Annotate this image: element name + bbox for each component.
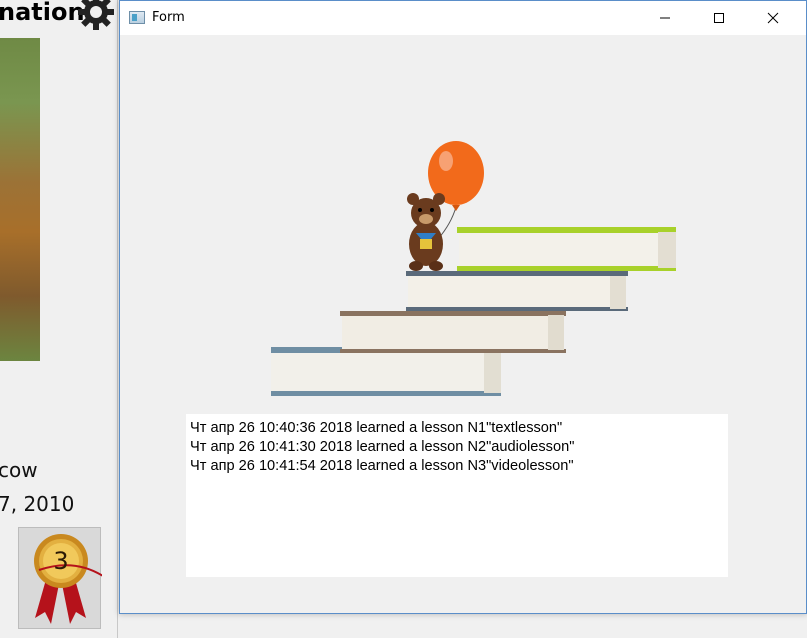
maximize-button[interactable] (696, 1, 742, 35)
minimize-icon (660, 17, 670, 19)
log-line: Чт апр 26 10:41:30 2018 learned a lesson… (190, 439, 575, 455)
medal-number: 3 (53, 547, 68, 575)
background-title-partial: nation (0, 0, 85, 26)
minimize-button[interactable] (642, 1, 688, 35)
background-city-partial: cow (0, 458, 38, 482)
log-line: Чт апр 26 10:41:54 2018 learned a lesson… (190, 458, 574, 474)
gear-icon[interactable] (74, 0, 118, 30)
books-bear-balloon-illustration (271, 141, 676, 396)
close-icon (767, 12, 779, 24)
title-bar[interactable]: Form (120, 1, 806, 35)
window-title: Form (152, 10, 185, 25)
log-line: Чт апр 26 10:40:36 2018 learned a lesson… (190, 420, 563, 436)
form-window[interactable]: Form Чт апр 26 10:40:36 2018 learned a l… (119, 0, 807, 614)
medal-badge: 3 (18, 527, 104, 629)
close-button[interactable] (750, 1, 796, 35)
background-date-partial: 7, 2010 (0, 492, 75, 516)
maximize-icon (714, 13, 724, 23)
animal-photo (0, 38, 40, 361)
divider (117, 0, 118, 638)
app-icon[interactable] (129, 11, 145, 24)
lesson-log[interactable]: Чт апр 26 10:40:36 2018 learned a lesson… (186, 414, 728, 577)
